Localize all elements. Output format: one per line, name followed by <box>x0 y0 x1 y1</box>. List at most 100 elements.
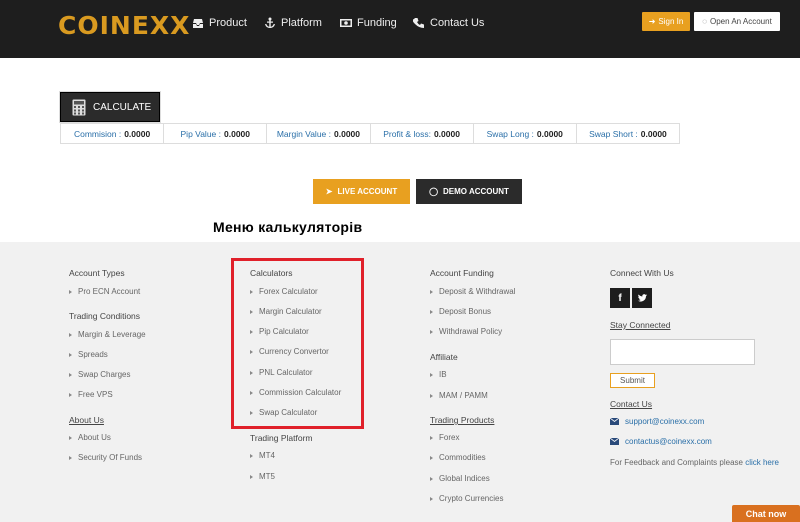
top-navbar: COINEXX Product Platform Funding Contact… <box>0 0 800 58</box>
demo-account-button[interactable]: ◯ DEMO ACCOUNT <box>416 179 522 204</box>
envelope-icon <box>610 438 619 445</box>
trading-conditions-heading: Trading Conditions <box>69 311 141 321</box>
result-profit-loss: Profit & loss: 0.0000 <box>371 124 474 143</box>
result-swap-long: Swap Long :0.0000 <box>474 124 577 143</box>
link-mt4[interactable]: MT4 <box>250 451 275 460</box>
result-label: Swap Long : <box>486 128 534 139</box>
result-value: 0.0000 <box>224 128 250 139</box>
contact-us-heading: Contact Us <box>610 399 653 409</box>
calculator-icon <box>72 99 86 115</box>
result-value: 0.0000 <box>124 128 151 139</box>
nav-product[interactable]: Product <box>192 17 247 29</box>
support-email-link[interactable]: support@coinexx.com <box>610 417 704 426</box>
nav-funding[interactable]: Funding <box>340 17 397 29</box>
link-crypto-currencies[interactable]: Crypto Currencies <box>430 494 503 503</box>
link-ib[interactable]: IB <box>430 370 447 379</box>
result-label: Profit & loss: <box>383 128 431 139</box>
result-label: Margin Value : <box>276 128 332 139</box>
result-label: Swap Short : <box>589 128 638 139</box>
paper-plane-icon: ➤ <box>325 187 333 196</box>
result-margin-value: Margin Value :0.0000 <box>267 124 371 143</box>
result-value: 0.0000 <box>334 128 361 139</box>
calculate-label: CALCULATE <box>93 101 152 113</box>
calculators-heading: Calculators <box>250 268 293 278</box>
link-pip-calculator[interactable]: Pip Calculator <box>250 327 309 336</box>
phone-icon <box>413 18 424 28</box>
nav-platform[interactable]: Platform <box>264 17 322 29</box>
feedback-label: For Feedback and Complaints please <box>610 458 743 467</box>
trading-products-heading: Trading Products <box>430 415 495 425</box>
link-deposit-withdrawal[interactable]: Deposit & Withdrawal <box>430 287 515 296</box>
link-forex-calculator[interactable]: Forex Calculator <box>250 287 318 296</box>
chat-now-button[interactable]: Chat now <box>732 505 800 522</box>
demo-account-label: DEMO ACCOUNT <box>443 187 509 196</box>
link-about-us[interactable]: About Us <box>69 433 111 442</box>
link-spreads[interactable]: Spreads <box>69 350 108 359</box>
contact-email: contactus@coinexx.com <box>625 437 712 446</box>
live-account-label: LIVE ACCOUNT <box>337 187 398 196</box>
about-us-heading: About Us <box>69 415 104 425</box>
envelope-icon <box>610 418 619 425</box>
link-margin-leverage[interactable]: Margin & Leverage <box>69 330 146 339</box>
link-withdrawal-policy[interactable]: Withdrawal Policy <box>430 327 502 336</box>
nav-product-label: Product <box>209 17 247 29</box>
trading-platform-heading: Trading Platform <box>250 433 313 443</box>
twitter-bird-icon <box>637 293 647 302</box>
nav-funding-label: Funding <box>357 17 397 29</box>
link-margin-calculator[interactable]: Margin Calculator <box>250 307 322 316</box>
open-account-label: Open An Account <box>709 17 772 26</box>
calculator-results: Commision :0.0000 Pip Value :0.0000 Marg… <box>60 123 680 144</box>
nav-contact-us[interactable]: Contact Us <box>413 17 484 29</box>
link-currency-convertor[interactable]: Currency Convertor <box>250 347 329 356</box>
twitter-icon[interactable] <box>632 288 652 308</box>
nav-platform-label: Platform <box>281 17 322 29</box>
link-commission-calculator[interactable]: Commission Calculator <box>250 388 341 397</box>
result-label: Commision : <box>73 128 122 139</box>
nav-contact-label: Contact Us <box>430 17 485 29</box>
link-security-of-funds[interactable]: Security Of Funds <box>69 453 142 462</box>
account-funding-heading: Account Funding <box>430 268 494 278</box>
footer <box>0 242 800 522</box>
feedback-click-here-link[interactable]: click here <box>745 458 779 467</box>
inbox-icon <box>193 19 203 28</box>
link-swap-calculator[interactable]: Swap Calculator <box>250 408 317 417</box>
affiliate-heading: Affiliate <box>430 352 458 362</box>
stay-connected-heading: Stay Connected <box>610 320 671 330</box>
live-account-button[interactable]: ➤ LIVE ACCOUNT <box>313 179 410 204</box>
link-global-indices[interactable]: Global Indices <box>430 474 490 483</box>
spinner-icon: ◌ <box>702 17 707 26</box>
spinner-icon: ◯ <box>429 187 439 196</box>
open-account-button[interactable]: ◌ Open An Account <box>694 12 780 31</box>
link-mt5[interactable]: MT5 <box>250 472 275 481</box>
connect-heading: Connect With Us <box>610 268 674 278</box>
link-forex[interactable]: Forex <box>430 433 459 442</box>
sign-in-button[interactable]: ➜ Sign In <box>642 12 690 31</box>
link-mam-pamm[interactable]: MAM / PAMM <box>430 391 488 400</box>
feedback-text: For Feedback and Complaints please click… <box>610 458 779 467</box>
calculate-button[interactable]: CALCULATE <box>60 92 160 122</box>
result-value: 0.0000 <box>640 128 667 139</box>
contact-email-link[interactable]: contactus@coinexx.com <box>610 437 712 446</box>
link-pro-ecn-account[interactable]: Pro ECN Account <box>69 287 140 296</box>
sign-in-icon: ➜ <box>648 17 656 26</box>
result-value: 0.0000 <box>433 128 460 139</box>
facebook-icon[interactable]: f <box>610 288 630 308</box>
highlight-box <box>231 258 364 429</box>
link-commodities[interactable]: Commodities <box>430 453 486 462</box>
anchor-icon <box>265 17 275 28</box>
result-commission: Commision :0.0000 <box>61 124 165 143</box>
account-types-heading: Account Types <box>69 268 125 278</box>
link-pnl-calculator[interactable]: PNL Calculator <box>250 368 313 377</box>
result-value: 0.0000 <box>536 128 563 139</box>
newsletter-email-input[interactable] <box>610 339 755 365</box>
result-pip-value: Pip Value :0.0000 <box>164 124 268 143</box>
coinexx-logo[interactable]: COINEXX <box>58 11 190 40</box>
result-label: Pip Value : <box>180 128 221 139</box>
submit-button[interactable]: Submit <box>610 373 655 388</box>
link-deposit-bonus[interactable]: Deposit Bonus <box>430 307 491 316</box>
money-icon <box>340 19 352 27</box>
link-swap-charges[interactable]: Swap Charges <box>69 370 130 379</box>
link-free-vps[interactable]: Free VPS <box>69 390 113 399</box>
annotation-caption: Меню калькуляторів <box>213 219 363 235</box>
sign-in-label: Sign In <box>658 17 684 26</box>
